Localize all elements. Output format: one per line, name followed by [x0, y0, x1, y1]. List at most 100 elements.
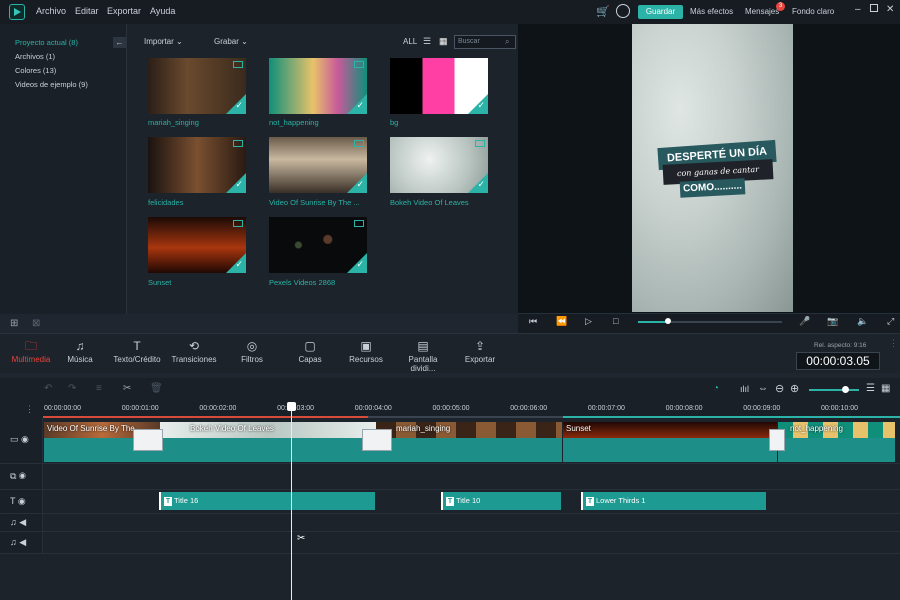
- collapse-sidebar-icon[interactable]: ←: [113, 37, 126, 48]
- timeline-clip-mariah[interactable]: mariah_singing: [376, 422, 562, 462]
- add-folder-icon[interactable]: ⊞: [10, 318, 18, 329]
- save-button[interactable]: Guardar: [638, 5, 683, 19]
- media-thumb-sunrise[interactable]: [269, 137, 367, 193]
- maximize-icon[interactable]: [870, 4, 878, 12]
- menu-editar[interactable]: Editar: [75, 6, 99, 16]
- list-view-icon[interactable]: ☰: [423, 36, 431, 47]
- menu-archivo[interactable]: Archivo: [36, 6, 66, 16]
- media-label: Pexels Videos 2868: [269, 278, 336, 287]
- more-effects-link[interactable]: Más efectos: [690, 7, 733, 16]
- media-thumb-not-happening[interactable]: [269, 58, 367, 114]
- microphone-icon[interactable]: 🎤: [799, 316, 810, 327]
- media-thumb-bg[interactable]: [390, 58, 488, 114]
- tool-export[interactable]: ⇪ Exportar: [462, 337, 498, 371]
- delete-folder-icon[interactable]: ⊠: [32, 318, 40, 329]
- tool-label: Exportar: [464, 355, 496, 364]
- timeline-clip-not-happening[interactable]: not_happening: [778, 422, 895, 462]
- messages-link[interactable]: Mensajes: [745, 7, 779, 16]
- media-label: felicidades: [148, 198, 184, 207]
- tool-folder[interactable]: 🗀 Multimedia: [9, 337, 53, 371]
- list-icon[interactable]: ☰: [866, 383, 875, 394]
- text-icon: T: [164, 496, 172, 506]
- tool-image[interactable]: ▣ Recursos: [346, 337, 386, 371]
- play-icon[interactable]: ▷: [585, 316, 592, 327]
- title-clip[interactable]: T Lower Thirds 1: [581, 492, 766, 510]
- scrubber-handle[interactable]: [665, 318, 671, 324]
- adjust-icon[interactable]: ≡: [96, 383, 102, 394]
- speed-icon[interactable]: ◔: [713, 383, 719, 394]
- transition-marker[interactable]: [769, 429, 785, 451]
- title-clip-label: Lower Thirds 1: [596, 496, 646, 505]
- snap-icon[interactable]: ⋮: [25, 404, 34, 415]
- cart-icon[interactable]: 🛒: [596, 5, 610, 18]
- scrubber-progress: [638, 321, 668, 323]
- transition-marker[interactable]: [362, 429, 392, 451]
- tool-transition[interactable]: ⟲ Transiciones: [170, 337, 218, 371]
- tool-split-screen[interactable]: ▤ Pantalla dividi...: [395, 337, 451, 373]
- media-thumb-felicidades[interactable]: [148, 137, 246, 193]
- tool-overlay[interactable]: ▢ Capas: [295, 337, 325, 371]
- audio-track-icon: ♫ ◀: [10, 517, 27, 527]
- sidebar-item-samples[interactable]: Videos de ejemplo (9): [15, 80, 88, 89]
- title-clip[interactable]: T Title 16: [159, 492, 375, 510]
- video-icon: [233, 220, 243, 227]
- theme-toggle[interactable]: Fondo claro: [792, 7, 834, 16]
- playhead-handle[interactable]: [287, 402, 296, 411]
- scissors-icon[interactable]: ✂: [123, 383, 131, 394]
- fit-timeline-icon[interactable]: ⇔: [758, 383, 768, 394]
- sidebar-item-colors[interactable]: Colores (13): [15, 66, 56, 75]
- close-icon[interactable]: ✕: [886, 4, 894, 15]
- aspect-ratio-label: Rel. aspecto: 9:16: [814, 342, 867, 349]
- tool-filter[interactable]: ◎ Filtros: [236, 337, 268, 371]
- ruler-tick-label: 00:00:02:00: [199, 405, 237, 412]
- menu-exportar[interactable]: Exportar: [107, 6, 141, 16]
- overlay-track-icon: ⧉ ◉: [10, 471, 27, 481]
- transition-marker[interactable]: [133, 429, 163, 451]
- minimize-icon[interactable]: –: [855, 4, 861, 15]
- import-dropdown[interactable]: Importar ⌄: [144, 37, 183, 46]
- redo-icon[interactable]: ↷: [68, 383, 76, 394]
- sidebar-item-current-project[interactable]: Proyecto actual (8): [15, 38, 78, 47]
- timeline-clip-sunset[interactable]: Sunset: [563, 422, 777, 462]
- zoom-slider-handle[interactable]: [842, 386, 849, 393]
- zoom-in-icon[interactable]: ⊕: [790, 382, 799, 395]
- preview-line3-text: COMO..........: [679, 178, 746, 198]
- video-icon: [354, 61, 364, 68]
- undo-icon[interactable]: ↶: [44, 383, 52, 394]
- zoom-out-icon[interactable]: ⊖: [775, 382, 784, 395]
- sidebar-item-files[interactable]: Archivos (1): [15, 52, 55, 61]
- audio-track-1: ♫ ◀: [0, 514, 900, 532]
- filter-all[interactable]: ALL: [403, 37, 417, 46]
- audio-mix-icon[interactable]: ılıl: [740, 384, 749, 394]
- search-icon[interactable]: ⌕: [505, 37, 509, 47]
- zoom-slider[interactable]: [809, 389, 859, 391]
- media-thumb-bokeh[interactable]: [390, 137, 488, 193]
- timeline-clip-bokeh[interactable]: Bokeh Video Of Leaves: [160, 422, 376, 462]
- audio-track-2: ♫ ◀: [0, 532, 900, 554]
- skip-back-icon[interactable]: ⏮: [529, 316, 537, 327]
- grid-view-icon[interactable]: ▦: [439, 36, 448, 47]
- media-thumb-sunset[interactable]: [148, 217, 246, 273]
- video-icon: [233, 61, 243, 68]
- account-icon[interactable]: [616, 4, 630, 18]
- fullscreen-icon[interactable]: ⤢: [887, 316, 894, 327]
- grid-icon[interactable]: ▦: [881, 383, 890, 394]
- export-icon: ⇪: [474, 339, 486, 353]
- preview-controls: [518, 313, 900, 333]
- snapshot-icon[interactable]: 📷: [827, 316, 838, 327]
- title-clip[interactable]: T Title 10: [441, 492, 561, 510]
- tool-text[interactable]: T Texto/Crédito: [110, 337, 164, 371]
- record-dropdown[interactable]: Grabar ⌄: [214, 37, 248, 46]
- tool-music-note[interactable]: ♫ Música: [62, 337, 98, 371]
- stop-icon[interactable]: □: [613, 316, 618, 326]
- step-back-icon[interactable]: ⏪: [556, 316, 567, 327]
- video-icon: [354, 220, 364, 227]
- playhead[interactable]: [291, 404, 292, 600]
- more-icon[interactable]: ⋮: [889, 338, 898, 349]
- media-thumb-pexels[interactable]: [269, 217, 367, 273]
- title-clip-label: Title 10: [456, 496, 481, 505]
- menu-ayuda[interactable]: Ayuda: [150, 6, 175, 16]
- media-thumb-mariah-singing[interactable]: [148, 58, 246, 114]
- volume-icon[interactable]: 🔈: [857, 316, 868, 327]
- trash-icon[interactable]: 🗑: [150, 383, 163, 394]
